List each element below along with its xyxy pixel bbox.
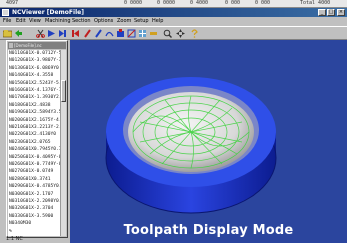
open-file-icon[interactable] (3, 29, 12, 38)
bg-field: Total 4000 (300, 0, 331, 6)
code-line: N0240G01X0.7945Y0.79 (9, 147, 60, 153)
code-line: N0230G01X2.0765 (9, 139, 51, 145)
main-window: NCViewer [DemoFile] _ □ × File Edit View… (0, 8, 347, 243)
code-line: N0150G01X2.5243Y-5.35 (9, 80, 60, 86)
step-icon[interactable] (58, 29, 67, 38)
code-line: N0180G01X2.4838 (9, 102, 51, 108)
bg-field: 4097 (6, 0, 19, 6)
bg-field: 0 0000 (124, 0, 143, 6)
code-line: N0320G01X-2.3704 (9, 206, 54, 212)
pencil-icon[interactable] (94, 29, 103, 38)
toolpath-viewport[interactable]: Toolpath Display Mode (70, 40, 347, 243)
menu-setup[interactable]: Setup (134, 17, 149, 26)
code-line: N0290G01X-0.4785Y0.70 (9, 184, 60, 190)
menu-section[interactable]: Section (72, 17, 91, 26)
menu-file[interactable]: File (3, 17, 11, 26)
grid-icon[interactable] (138, 29, 147, 38)
menu-help[interactable]: Help (152, 17, 163, 26)
window-title: NCViewer [DemoFile] (12, 9, 84, 16)
bg-field: 0 0000 (157, 0, 176, 6)
pan-icon[interactable] (176, 29, 185, 38)
code-line: N0190G01X2.5894Y3.56 (9, 110, 60, 116)
nc-code-window: [DemoFile].nc N0110G01X-0.0712Y-5.5 N0120… (6, 40, 68, 238)
code-line: N0330G01X-3.5900 (9, 213, 54, 219)
bg-field: 0 000 (225, 0, 241, 6)
code-line: N0340M30 (9, 221, 32, 227)
code-line: N0170G01X-1.3930Y2.36 (9, 95, 60, 101)
menu-zoom[interactable]: Zoom (117, 17, 131, 26)
help-icon[interactable] (190, 29, 199, 38)
code-line: N0310G01X-2.2098Y0.37 (9, 199, 60, 204)
measure-icon[interactable] (149, 29, 158, 38)
code-listing[interactable]: N0110G01X-0.0712Y-5.5 N0120G01X-3.9807Y-3… (8, 50, 60, 236)
background-window-strip: 4097 0 0000 0 0000 0 4000 0 000 0 000 To… (0, 0, 347, 8)
close-button[interactable]: × (337, 9, 345, 16)
code-window-titlebar[interactable]: [DemoFile].nc (8, 42, 66, 49)
viewport-caption: Toolpath Display Mode (123, 223, 294, 238)
title-bar[interactable]: NCViewer [DemoFile] _ □ × (0, 8, 347, 17)
menu-options[interactable]: Options (94, 17, 113, 26)
code-scrollbar[interactable] (60, 50, 66, 236)
code-line: N0110G01X-0.0712Y-5.5 (9, 51, 60, 56)
rewind-icon[interactable] (71, 29, 80, 38)
maximize-button[interactable]: □ (327, 9, 335, 16)
section-icon[interactable] (127, 29, 136, 38)
minimize-button[interactable]: _ (318, 9, 326, 16)
code-line: N0210G01X3.2213Y-2.4 (9, 125, 60, 130)
code-line: N0200G01X2.1675Y-4.73 (9, 117, 60, 123)
code-line: % (9, 228, 12, 234)
bg-field: 0 000 (255, 0, 271, 6)
reload-icon[interactable] (14, 29, 23, 38)
toolpath-icon[interactable] (105, 29, 114, 38)
code-line: N0280G01X0.3741 (9, 176, 51, 182)
code-window-title: [DemoFile].nc (14, 43, 42, 48)
zoom-icon[interactable] (163, 29, 172, 38)
code-line: N0260G01X-0.7749Y-0.77 (9, 162, 60, 167)
bg-field: 0 4000 (190, 0, 209, 6)
document-icon (9, 43, 13, 48)
code-line: N0270G01X-0.0749 (9, 169, 54, 175)
code-line: N0300G01X-2.1707 (9, 191, 54, 197)
code-line: N0220G01X2.4130Y0 (9, 132, 57, 138)
toolbar (0, 26, 347, 40)
menu-bar: File Edit View Machining Section Options… (0, 17, 347, 26)
play-icon[interactable] (47, 29, 56, 38)
code-line: N0250G01X-0.4095Y-0.76 (9, 154, 60, 160)
code-line: N0120G01X-3.9807Y-3.13 (9, 58, 60, 64)
code-line: N0160G01X-4.1376Y-1.6040 (9, 88, 60, 93)
menu-edit[interactable]: Edit (16, 17, 26, 26)
app-icon (2, 9, 9, 16)
cut-icon[interactable] (36, 29, 45, 38)
status-text: 1:1 NC (6, 236, 23, 242)
menu-machining[interactable]: Machining (45, 17, 71, 26)
tool-icon[interactable] (83, 29, 92, 38)
part-render (105, 77, 277, 214)
solid-icon[interactable] (116, 29, 125, 38)
scrollbar-thumb[interactable] (61, 80, 66, 102)
menu-view[interactable]: View (29, 17, 41, 26)
code-line: N0130G01X-6.0869Y0 (9, 65, 59, 71)
code-line: N0140G01X-4.3558 (9, 73, 54, 79)
